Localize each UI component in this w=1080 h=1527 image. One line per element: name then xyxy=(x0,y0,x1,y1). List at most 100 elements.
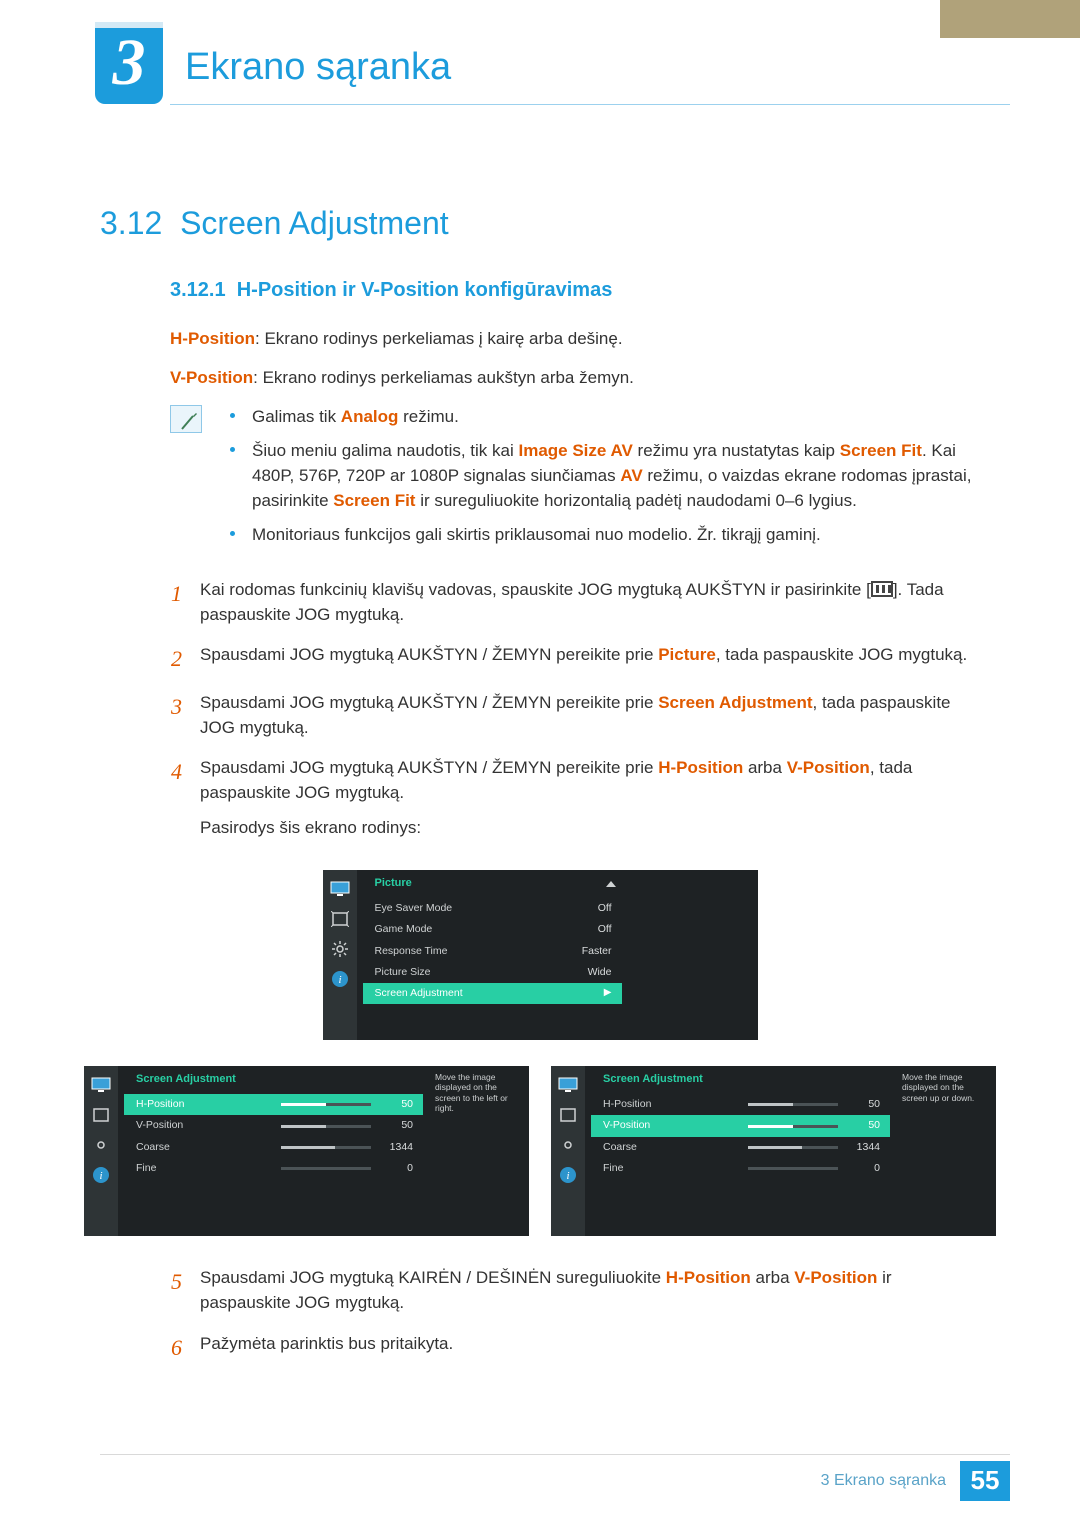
osd-row: i Picture Eye Saver ModeOffGame ModeOffR… xyxy=(0,870,1080,1040)
osd-item-label: Coarse xyxy=(136,1140,210,1155)
osd-main: Screen Adjustment H-Position50V-Position… xyxy=(585,1066,896,1236)
osd-item-label: H-Position xyxy=(603,1097,677,1112)
osd-item: Fine0 xyxy=(591,1158,890,1179)
info-icon: i xyxy=(90,1164,112,1186)
steps-list-cont: 5 Spausdami JOG mygtuką KAIRĖN / DEŠINĖN… xyxy=(160,1266,980,1363)
highlight: Analog xyxy=(341,407,399,426)
section-number: 3.12 xyxy=(100,205,162,241)
note-item: Monitoriaus funkcijos gali skirtis prikl… xyxy=(222,523,980,548)
page-number: 55 xyxy=(960,1461,1010,1501)
gear-icon xyxy=(90,1134,112,1156)
slider-fill xyxy=(748,1125,793,1128)
footer: 3 Ekrano sąranka 55 xyxy=(821,1461,1010,1501)
osd-title-row: Screen Adjustment xyxy=(124,1070,423,1094)
frame-icon xyxy=(90,1104,112,1126)
chevron-right-icon: ▶ xyxy=(604,986,612,1001)
slider-fill xyxy=(748,1103,793,1106)
term-text: : Ekrano rodinys perkeliamas aukštyn arb… xyxy=(253,368,634,387)
osd-item-label: Response Time xyxy=(375,944,448,959)
step-body: Spausdami JOG mygtuką AUKŠTYN / ŽEMYN pe… xyxy=(200,643,980,668)
svg-text:i: i xyxy=(99,1170,102,1182)
osd-title-row: Picture xyxy=(363,874,622,898)
osd-tip: Move the image displayed on the screen u… xyxy=(896,1066,996,1236)
osd-item-value: Off xyxy=(598,901,612,916)
step-number: 2 xyxy=(160,643,182,675)
highlight: AV xyxy=(620,466,642,485)
osd-sidebar: i xyxy=(323,870,357,1040)
osd-item-label: Fine xyxy=(136,1161,210,1176)
osd-blank xyxy=(628,870,758,1040)
osd-item-value: Faster xyxy=(582,944,612,959)
footer-rule xyxy=(100,1454,1010,1455)
osd-title: Screen Adjustment xyxy=(136,1072,236,1088)
step: 2 Spausdami JOG mygtuką AUKŠTYN / ŽEMYN … xyxy=(160,643,980,675)
step-body: Kai rodomas funkcinių klavišų vadovas, s… xyxy=(200,578,980,627)
osd-screen-adjust-h: i Screen Adjustment H-Position50V-Positi… xyxy=(84,1066,529,1236)
subsection-number: 3.12.1 xyxy=(170,279,226,301)
osd-item: H-Position50 xyxy=(591,1094,890,1115)
chapter-badge: 3 xyxy=(95,22,163,104)
step: 3 Spausdami JOG mygtuką AUKŠTYN / ŽEMYN … xyxy=(160,691,980,740)
highlight: H-Position xyxy=(658,758,743,777)
slider-fill xyxy=(281,1146,335,1149)
slider-track xyxy=(281,1103,371,1106)
osd-item: Fine0 xyxy=(124,1158,423,1179)
text: Galimas tik xyxy=(252,407,341,426)
osd-item-value: 50 xyxy=(379,1118,413,1133)
note-icon xyxy=(170,405,202,433)
header-rule xyxy=(170,104,1010,105)
osd-item: Coarse1344 xyxy=(591,1137,890,1158)
highlight: Screen Adjustment xyxy=(658,693,812,712)
osd-item-value: Wide xyxy=(588,965,612,980)
highlight: Screen Fit xyxy=(840,441,922,460)
slider-fill xyxy=(748,1146,802,1149)
footer-label: 3 Ekrano sąranka xyxy=(821,1469,946,1492)
osd-item-value: 0 xyxy=(846,1161,880,1176)
term: H-Position xyxy=(170,329,255,348)
osd-slider: 50 xyxy=(210,1097,413,1112)
osd-main: Screen Adjustment H-Position50V-Position… xyxy=(118,1066,429,1236)
note-item: Šiuo meniu galima naudotis, tik kai Imag… xyxy=(222,439,980,513)
step: 6 Pažymėta parinktis bus pritaikyta. xyxy=(160,1332,980,1364)
note-block: Galimas tik Analog režimu. Šiuo meniu ga… xyxy=(170,405,980,558)
text: Spausdami JOG mygtuką AUKŠTYN / ŽEMYN pe… xyxy=(200,645,658,664)
osd-item: Screen Adjustment▶ xyxy=(363,983,622,1004)
osd-title: Screen Adjustment xyxy=(603,1072,703,1088)
text: Monitoriaus funkcijos gali skirtis prikl… xyxy=(252,525,821,544)
term-text: : Ekrano rodinys perkeliamas į kairę arb… xyxy=(255,329,623,348)
slider-fill xyxy=(281,1103,326,1106)
definition-vposition: V-Position: Ekrano rodinys perkeliamas a… xyxy=(170,366,980,391)
step-number: 5 xyxy=(160,1266,182,1298)
osd-item-value: 50 xyxy=(379,1097,413,1112)
text: Spausdami JOG mygtuką AUKŠTYN / ŽEMYN pe… xyxy=(200,693,658,712)
osd-item-value: 1344 xyxy=(846,1140,880,1155)
note-item: Galimas tik Analog režimu. xyxy=(222,405,980,430)
monitor-icon xyxy=(90,1074,112,1096)
osd-item: Coarse 1344 xyxy=(124,1137,423,1158)
osd-item-value: Off xyxy=(598,922,612,937)
step-number: 3 xyxy=(160,691,182,723)
osd-row: i Screen Adjustment H-Position50V-Positi… xyxy=(0,1066,1080,1236)
osd-item: H-Position50 xyxy=(124,1094,423,1115)
definition-hposition: H-Position: Ekrano rodinys perkeliamas į… xyxy=(170,327,980,352)
up-arrow-icon xyxy=(606,881,616,887)
highlight: V-Position xyxy=(794,1268,877,1287)
osd-item-value: 1344 xyxy=(379,1140,413,1155)
step: 1 Kai rodomas funkcinių klavišų vadovas,… xyxy=(160,578,980,627)
osd-item: Game ModeOff xyxy=(363,919,622,940)
svg-text:i: i xyxy=(566,1170,569,1182)
osd-sidebar: i xyxy=(84,1066,118,1236)
monitor-icon xyxy=(329,878,351,900)
slider-track xyxy=(281,1167,371,1170)
highlight: H-Position xyxy=(666,1268,751,1287)
text: ir sureguliuokite horizontalią padėtį na… xyxy=(415,491,856,510)
step-number: 1 xyxy=(160,578,182,610)
osd-tip: Move the image displayed on the screen t… xyxy=(429,1066,529,1236)
gear-icon xyxy=(557,1134,579,1156)
text: režimu. xyxy=(398,407,458,426)
step-body: Spausdami JOG mygtuką AUKŠTYN / ŽEMYN pe… xyxy=(200,691,980,740)
step-number: 6 xyxy=(160,1332,182,1364)
info-icon: i xyxy=(329,968,351,990)
text: Spausdami JOG mygtuką KAIRĖN / DEŠINĖN s… xyxy=(200,1268,666,1287)
osd-picture: i Picture Eye Saver ModeOffGame ModeOffR… xyxy=(323,870,758,1040)
